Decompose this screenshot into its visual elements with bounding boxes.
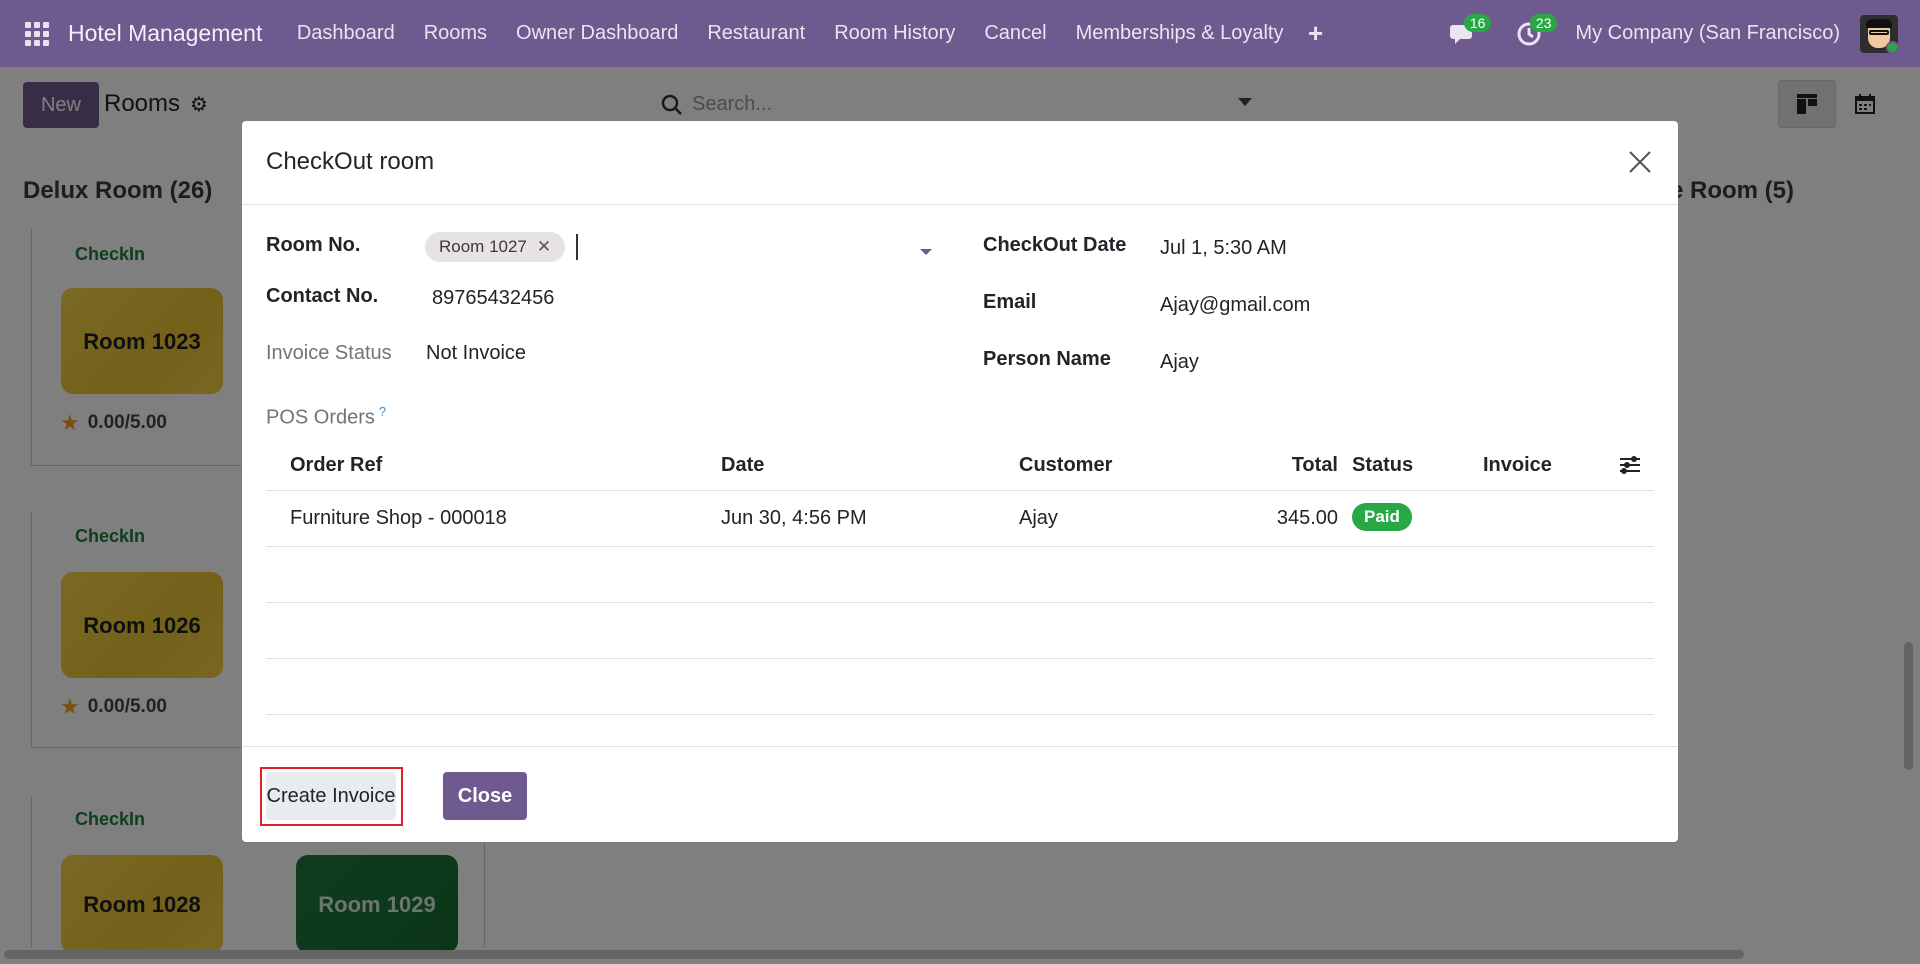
column-date[interactable]: Date (721, 454, 764, 477)
user-avatar[interactable] (1860, 14, 1898, 53)
room-no-input[interactable] (576, 234, 578, 260)
order-ref-cell: Furniture Shop - 000018 (290, 507, 507, 529)
column-total[interactable]: Total (1226, 454, 1338, 477)
checkout-date-field[interactable]: Jul 1, 5:30 AM (1160, 237, 1287, 260)
date-cell: Jun 30, 4:56 PM (721, 507, 867, 529)
room-no-dropdown-icon[interactable] (920, 249, 932, 255)
menu-cancel[interactable]: Cancel (970, 22, 1061, 45)
dialog-header: CheckOut room (242, 121, 1678, 205)
contact-no-label: Contact No. (266, 285, 379, 307)
add-menu-icon[interactable]: + (1308, 18, 1323, 49)
create-invoice-button[interactable]: Create Invoice (266, 772, 396, 820)
invoice-status-label: Invoice Status (266, 342, 392, 364)
column-invoice[interactable]: Invoice (1483, 454, 1552, 477)
menu-room-history[interactable]: Room History (820, 22, 970, 45)
column-status[interactable]: Status (1352, 454, 1413, 477)
pos-orders-header: Order Ref Date Customer Total Status Inv… (266, 439, 1654, 491)
room-no-tag[interactable]: Room 1027 ✕ (425, 232, 566, 262)
contact-no-field[interactable]: 89765432456 (432, 287, 554, 310)
messages-icon[interactable]: 16 (1443, 13, 1492, 54)
dialog-title: CheckOut room (266, 148, 435, 175)
apps-menu-icon[interactable] (22, 19, 52, 49)
menu-dashboard[interactable]: Dashboard (282, 22, 409, 45)
messages-count-badge: 16 (1463, 13, 1492, 32)
pos-orders-label: POS Orders? (266, 404, 387, 429)
close-button[interactable]: Close (443, 772, 527, 820)
menu-restaurant[interactable]: Restaurant (693, 22, 820, 45)
table-row[interactable]: Furniture Shop - 000018 Jun 30, 4:56 PM … (266, 491, 1654, 547)
activities-count-badge: 23 (1529, 13, 1558, 32)
checkout-dialog: CheckOut room Room No. Room 1027 ✕ Conta… (242, 121, 1678, 842)
status-badge: Paid (1352, 503, 1412, 531)
top-navbar: Hotel Management Dashboard Rooms Owner D… (0, 0, 1920, 67)
empty-table-row (266, 547, 1654, 603)
total-cell: 345.00 (1276, 507, 1338, 529)
room-no-label: Room No. (266, 234, 361, 256)
person-name-field[interactable]: Ajay (1160, 351, 1199, 374)
help-icon[interactable]: ? (379, 404, 386, 419)
company-switcher[interactable]: My Company (San Francisco) (1575, 22, 1840, 45)
email-label: Email (983, 291, 1037, 313)
app-brand[interactable]: Hotel Management (68, 20, 262, 47)
online-status-icon (1886, 40, 1898, 53)
person-name-label: Person Name (983, 348, 1111, 370)
menu-memberships[interactable]: Memberships & Loyalty (1061, 22, 1298, 45)
empty-table-row (266, 659, 1654, 715)
invoice-status-value: Not Invoice (426, 342, 527, 364)
menu-owner-dashboard[interactable]: Owner Dashboard (502, 22, 693, 45)
close-icon[interactable] (1622, 144, 1658, 180)
main-menu: Dashboard Rooms Owner Dashboard Restaura… (282, 22, 1298, 45)
room-no-tag-label: Room 1027 (439, 237, 527, 256)
column-customer[interactable]: Customer (1019, 454, 1112, 477)
column-order-ref[interactable]: Order Ref (290, 454, 382, 477)
email-field[interactable]: Ajay@gmail.com (1160, 294, 1310, 317)
menu-rooms[interactable]: Rooms (409, 22, 501, 45)
navbar-systray: 16 23 My Company (San Francisco) (1443, 0, 1920, 67)
checkout-date-label: CheckOut Date (983, 234, 1127, 256)
customer-cell: Ajay (1019, 507, 1058, 529)
empty-table-row (266, 603, 1654, 659)
optional-columns-icon[interactable] (1618, 454, 1642, 481)
remove-tag-icon[interactable]: ✕ (537, 237, 551, 257)
activities-icon[interactable]: 23 (1509, 13, 1558, 54)
